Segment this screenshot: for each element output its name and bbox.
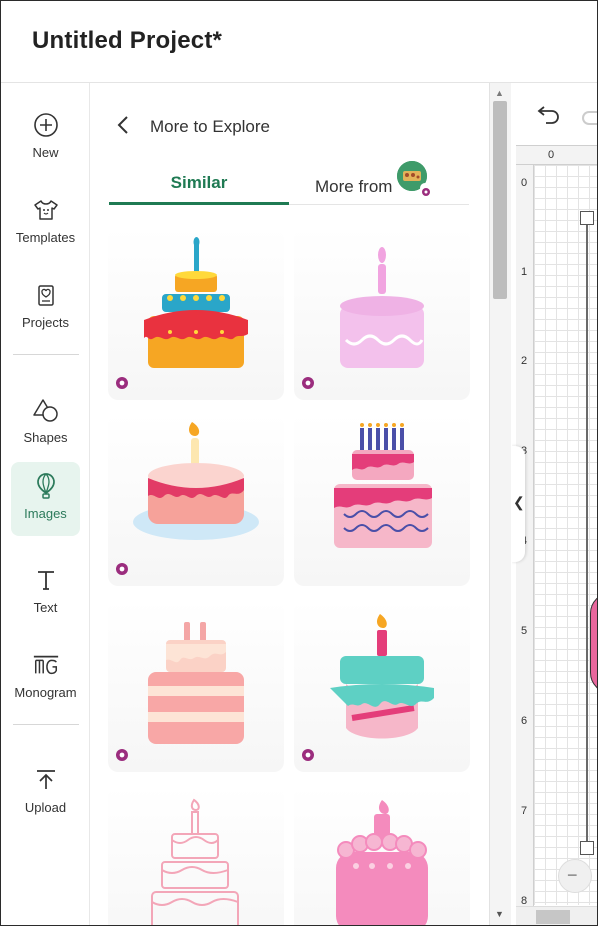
premium-badge-icon xyxy=(115,562,129,576)
nav-text-label: Text xyxy=(33,600,58,615)
premium-badge-icon xyxy=(301,748,315,762)
nav-new-label: New xyxy=(32,145,59,160)
heart-frame-icon xyxy=(32,281,60,309)
shapes-icon xyxy=(32,396,60,424)
scroll-up-icon[interactable]: ▲ xyxy=(495,88,504,98)
image-card[interactable] xyxy=(108,786,284,925)
nav-text[interactable]: Text xyxy=(11,556,80,630)
collapse-panel-button[interactable]: ❮ xyxy=(512,446,525,562)
premium-badge-icon xyxy=(115,376,129,390)
text-t-icon xyxy=(32,566,60,594)
scroll-down-icon[interactable]: ▼ xyxy=(495,909,504,919)
zoom-out-icon: − xyxy=(567,865,578,885)
resize-handle[interactable] xyxy=(580,841,594,855)
resize-handle[interactable] xyxy=(580,211,594,225)
three-tier-orange-cake-image xyxy=(144,237,248,368)
tab-more-from[interactable]: More from xyxy=(289,165,469,205)
canvas-object[interactable] xyxy=(590,593,597,693)
image-card[interactable] xyxy=(294,228,470,400)
pink-single-candle-cake-image xyxy=(340,247,424,368)
tshirt-icon xyxy=(32,196,60,224)
plate-cake-single-candle-image xyxy=(133,422,259,540)
selection-bounding-line xyxy=(586,215,588,850)
monogram-icon xyxy=(32,651,60,679)
undo-icon xyxy=(537,106,559,124)
nav-templates-label: Templates xyxy=(15,230,76,245)
ruler-label: 1 xyxy=(521,266,528,278)
nav-images[interactable]: Images xyxy=(11,462,80,536)
ruler-label: 6 xyxy=(521,715,528,727)
image-card[interactable] xyxy=(108,228,284,400)
nav-monogram[interactable]: Monogram xyxy=(11,641,80,715)
premium-badge-icon xyxy=(301,376,315,390)
peach-drip-cake-image xyxy=(148,622,244,744)
nav-images-label: Images xyxy=(24,506,67,521)
balloon-icon xyxy=(32,472,60,500)
ruler-top: 0 xyxy=(516,145,597,165)
design-canvas[interactable]: 0 0 1 2 3 4 5 6 7 8 − ❮ xyxy=(512,83,597,925)
blue-candles-layer-cake-image xyxy=(334,423,432,548)
ruler-label: 0 xyxy=(521,177,528,189)
nav-shapes[interactable]: Shapes xyxy=(11,386,80,460)
zoom-out-button[interactable]: − xyxy=(558,859,592,893)
project-title[interactable]: Untitled Project* xyxy=(32,27,222,55)
ruler-label: 5 xyxy=(521,625,528,637)
redo-icon[interactable] xyxy=(582,111,597,125)
nav-divider xyxy=(13,354,79,355)
back-button[interactable] xyxy=(115,115,131,135)
image-card[interactable] xyxy=(108,414,284,586)
image-card[interactable] xyxy=(294,414,470,586)
image-card[interactable] xyxy=(108,600,284,772)
chevron-left-icon: ❮ xyxy=(513,494,525,510)
image-card[interactable] xyxy=(294,600,470,772)
image-card[interactable] xyxy=(294,786,470,925)
hscroll-thumb[interactable] xyxy=(536,910,570,924)
nav-upload-label: Upload xyxy=(24,800,67,815)
chevron-left-icon xyxy=(117,116,128,134)
nav-upload[interactable]: Upload xyxy=(11,756,80,830)
pink-bubble-cake-image xyxy=(336,800,428,925)
nav-projects-label: Projects xyxy=(22,315,69,330)
app-window: Untitled Project* New Templates Projects xyxy=(0,0,598,926)
outline-pink-cake-image xyxy=(151,798,239,925)
nav-new[interactable]: New xyxy=(11,101,80,175)
canvas-hscroll[interactable] xyxy=(516,906,597,925)
avatar[interactable] xyxy=(397,161,430,196)
nav-monogram-label: Monogram xyxy=(14,685,77,700)
nav-shapes-label: Shapes xyxy=(23,430,68,445)
nav-divider xyxy=(13,724,79,725)
premium-badge-icon xyxy=(115,748,129,762)
teal-drip-swirl-cake-image xyxy=(330,614,434,739)
ruler-label: 7 xyxy=(521,805,528,817)
panel-scrollbar[interactable]: ▲ ▼ xyxy=(489,83,511,925)
ruler-label: 0 xyxy=(548,149,555,161)
app-header: Untitled Project* xyxy=(1,1,597,83)
undo-button[interactable] xyxy=(534,105,562,127)
scrollbar-thumb[interactable] xyxy=(493,101,507,299)
tab-similar[interactable]: Similar xyxy=(109,165,289,205)
upload-icon xyxy=(32,766,60,794)
panel-title: More to Explore xyxy=(150,117,270,136)
ruler-label: 2 xyxy=(521,355,528,367)
nav-projects[interactable]: Projects xyxy=(11,271,80,345)
left-nav: New Templates Projects Shapes Images Tex… xyxy=(1,83,90,925)
canvas-grid[interactable] xyxy=(534,165,597,905)
plus-circle-icon xyxy=(32,111,60,139)
premium-badge-icon xyxy=(420,183,430,196)
nav-templates[interactable]: Templates xyxy=(11,186,80,260)
images-panel: More to Explore Similar More from xyxy=(91,83,489,925)
